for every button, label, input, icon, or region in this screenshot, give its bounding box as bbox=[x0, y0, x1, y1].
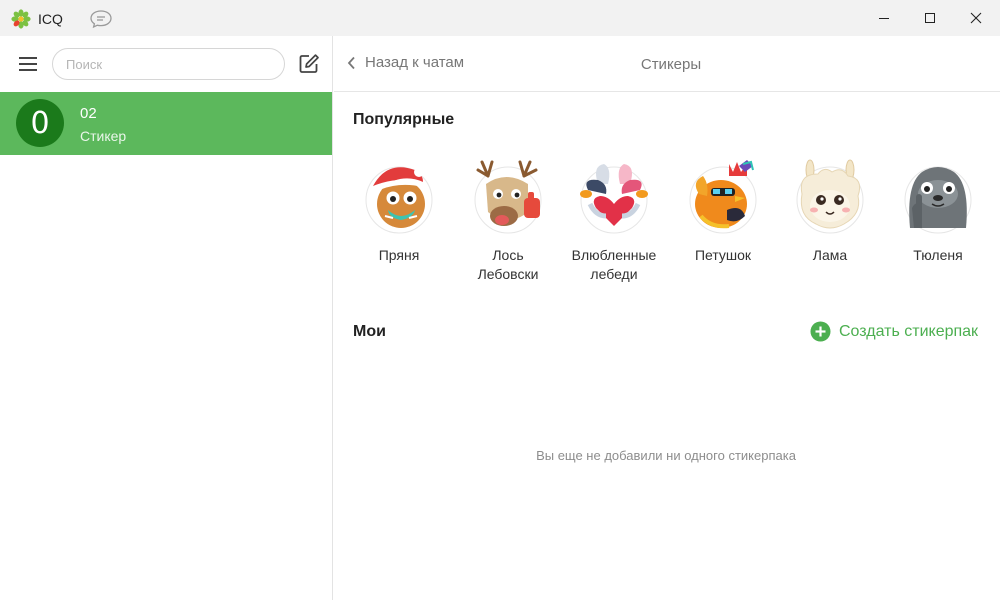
rooster-sticker-icon bbox=[689, 160, 757, 234]
moose-sticker-icon bbox=[474, 160, 542, 234]
sticker-label: Тюленя bbox=[913, 247, 963, 263]
hamburger-menu-icon[interactable] bbox=[18, 56, 38, 72]
gingerbread-sticker-icon bbox=[365, 166, 433, 234]
close-icon bbox=[970, 12, 982, 24]
compose-icon[interactable] bbox=[298, 53, 320, 75]
sticker-pack-rooster[interactable]: Петушок bbox=[668, 154, 778, 265]
minimize-icon bbox=[879, 18, 889, 19]
seal-sticker-icon bbox=[904, 166, 972, 234]
empty-state-text: Вы еще не добавили ни одного стикерпака bbox=[536, 448, 796, 463]
app-title: ICQ bbox=[38, 11, 63, 27]
chat-name: 02 bbox=[80, 105, 97, 122]
sticker-label: Лама bbox=[812, 247, 848, 263]
sticker-pack-llama[interactable]: Лама bbox=[775, 154, 885, 265]
sticker-label: Лось Лебовски bbox=[477, 247, 539, 282]
title-bar: ICQ bbox=[0, 0, 1000, 36]
minimize-button[interactable] bbox=[861, 0, 907, 36]
maximize-icon bbox=[925, 13, 935, 23]
sidebar: 0 02 Стикер bbox=[0, 36, 333, 600]
stickers-panel: Назад к чатам Стикеры Популярные Пряня Л… bbox=[334, 36, 1000, 600]
close-button[interactable] bbox=[953, 0, 999, 36]
sticker-label: Влюбленные лебеди bbox=[571, 247, 657, 282]
icq-flower-icon bbox=[11, 9, 31, 29]
sticker-pack-swans[interactable]: Влюбленные лебеди bbox=[559, 154, 669, 284]
create-label: Создать стикерпак bbox=[839, 322, 979, 340]
sticker-label: Пряня bbox=[378, 247, 420, 263]
page-title: Стикеры bbox=[640, 56, 702, 73]
search-input[interactable] bbox=[52, 48, 285, 80]
plus-circle-icon bbox=[810, 321, 831, 342]
chat-list-item[interactable]: 0 02 Стикер bbox=[0, 92, 332, 155]
sticker-pack-seal[interactable]: Тюленя bbox=[883, 154, 993, 265]
panel-header: Назад к чатам Стикеры bbox=[334, 36, 1000, 92]
avatar: 0 bbox=[16, 99, 64, 147]
my-section-title: Мои bbox=[353, 323, 386, 340]
swans-sticker-icon bbox=[580, 164, 648, 234]
llama-sticker-icon bbox=[796, 159, 864, 234]
sticker-label: Петушок bbox=[694, 247, 752, 263]
chat-bubble-icon[interactable] bbox=[89, 9, 113, 29]
maximize-button[interactable] bbox=[907, 0, 953, 36]
chat-last-message: Стикер bbox=[80, 128, 127, 144]
create-sticker-pack-button[interactable]: Создать стикерпак bbox=[810, 321, 978, 342]
sticker-pack-moose[interactable]: Лось Лебовски bbox=[453, 154, 563, 284]
sticker-pack-gingerbread[interactable]: Пряня bbox=[344, 154, 454, 265]
popular-section-title: Популярные bbox=[353, 111, 455, 128]
